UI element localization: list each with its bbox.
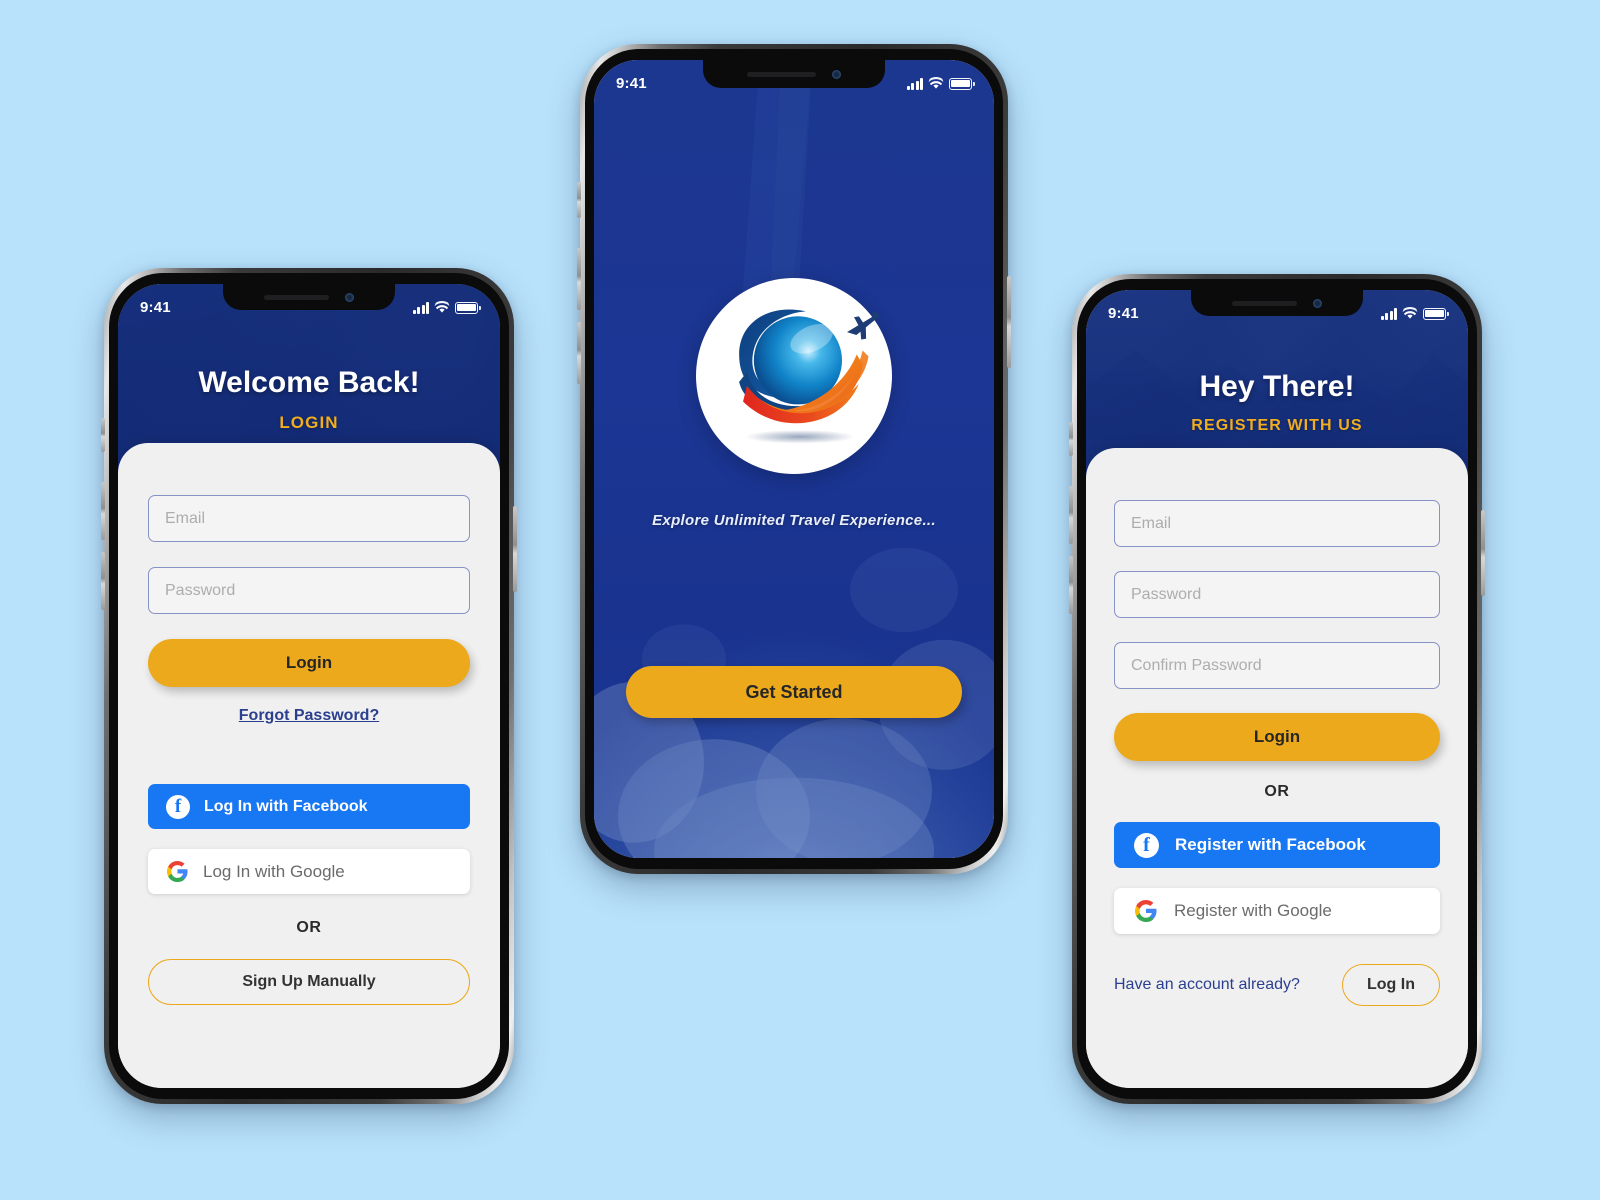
phone-notch bbox=[223, 284, 395, 310]
volume-up-button[interactable] bbox=[101, 482, 105, 540]
volume-up-button[interactable] bbox=[1069, 486, 1073, 544]
login-screen: Welcome Back! LOGIN 9:41 Email Password … bbox=[118, 284, 500, 1088]
register-login-button[interactable]: Login bbox=[1114, 713, 1440, 761]
volume-up-button[interactable] bbox=[577, 248, 581, 310]
power-button[interactable] bbox=[1481, 510, 1485, 596]
password-input[interactable]: Password bbox=[148, 567, 470, 614]
phone-bezel: Hey There! REGISTER WITH US 9:41 Email P… bbox=[1077, 279, 1477, 1099]
google-login-button[interactable]: Log In with Google bbox=[148, 849, 470, 894]
earpiece-speaker bbox=[1232, 300, 1298, 306]
wifi-icon bbox=[928, 76, 944, 89]
splash-tagline: Explore Unlimited Travel Experience... bbox=[652, 512, 936, 529]
status-time: 9:41 bbox=[1108, 304, 1139, 322]
google-icon bbox=[1134, 899, 1158, 923]
front-camera-icon bbox=[832, 69, 842, 79]
cellular-bars-icon bbox=[1380, 307, 1397, 320]
battery-full-icon bbox=[455, 301, 481, 314]
status-time: 9:41 bbox=[616, 74, 647, 92]
facebook-icon: f bbox=[166, 794, 190, 819]
password-input[interactable]: Password bbox=[1114, 571, 1440, 618]
phone-notch bbox=[703, 60, 885, 88]
page-subtitle: LOGIN bbox=[279, 413, 339, 432]
volume-down-button[interactable] bbox=[101, 552, 105, 610]
page-title: Hey There! bbox=[1199, 370, 1355, 403]
have-account-label: Have an account already? bbox=[1114, 976, 1300, 993]
power-button[interactable] bbox=[1007, 276, 1011, 368]
front-camera-icon bbox=[1312, 298, 1322, 308]
earpiece-speaker bbox=[264, 294, 330, 300]
google-icon bbox=[166, 860, 189, 883]
phone-bezel: Welcome Back! LOGIN 9:41 Email Password … bbox=[109, 273, 509, 1099]
sign-up-manually-button[interactable]: Sign Up Manually bbox=[148, 959, 470, 1005]
page-subtitle: REGISTER WITH US bbox=[1191, 417, 1363, 434]
silence-switch[interactable] bbox=[101, 418, 105, 452]
login-header-text: Welcome Back! LOGIN bbox=[118, 366, 500, 433]
email-input[interactable]: Email bbox=[148, 495, 470, 542]
google-register-button[interactable]: Register with Google bbox=[1114, 888, 1440, 934]
facebook-login-label: Log In with Facebook bbox=[204, 797, 368, 815]
email-placeholder: Email bbox=[1131, 514, 1172, 532]
phone-bezel: 9:41 Explore Unlimited Travel Experience… bbox=[585, 49, 1003, 869]
status-icons bbox=[906, 76, 975, 90]
status-icons bbox=[412, 300, 481, 314]
footer-log-in-button[interactable]: Log In bbox=[1342, 964, 1440, 1006]
wifi-icon bbox=[434, 300, 450, 313]
cellular-bars-icon bbox=[412, 301, 429, 314]
facebook-login-button[interactable]: f Log In with Facebook bbox=[148, 784, 470, 829]
phone-splash: 9:41 Explore Unlimited Travel Experience… bbox=[577, 44, 1011, 874]
get-started-button[interactable]: Get Started bbox=[626, 666, 962, 718]
volume-down-button[interactable] bbox=[1069, 556, 1073, 614]
register-card: Email Password Confirm Password Login OR… bbox=[1086, 448, 1468, 1088]
email-input[interactable]: Email bbox=[1114, 500, 1440, 547]
facebook-icon: f bbox=[1134, 832, 1159, 858]
earpiece-speaker bbox=[746, 71, 816, 77]
confirm-password-input[interactable]: Confirm Password bbox=[1114, 642, 1440, 689]
google-login-label: Log In with Google bbox=[203, 861, 345, 881]
facebook-register-label: Register with Facebook bbox=[1175, 835, 1366, 854]
power-button[interactable] bbox=[513, 506, 517, 592]
phone-register: Hey There! REGISTER WITH US 9:41 Email P… bbox=[1069, 274, 1485, 1104]
front-camera-icon bbox=[344, 292, 354, 302]
login-button[interactable]: Login bbox=[148, 639, 470, 687]
status-time: 9:41 bbox=[140, 298, 171, 316]
volume-down-button[interactable] bbox=[577, 322, 581, 384]
splash-screen: 9:41 Explore Unlimited Travel Experience… bbox=[594, 60, 994, 858]
register-screen: Hey There! REGISTER WITH US 9:41 Email P… bbox=[1086, 290, 1468, 1088]
silence-switch[interactable] bbox=[1069, 422, 1073, 456]
register-footer: Have an account already? Log In bbox=[1114, 964, 1440, 1006]
confirm-password-placeholder: Confirm Password bbox=[1131, 656, 1262, 674]
forgot-password-link[interactable]: Forgot Password? bbox=[148, 707, 470, 725]
register-header-text: Hey There! REGISTER WITH US bbox=[1086, 370, 1468, 435]
cellular-bars-icon bbox=[906, 77, 923, 90]
status-icons bbox=[1380, 306, 1449, 320]
google-register-label: Register with Google bbox=[1174, 901, 1332, 920]
login-card: Email Password Login Forgot Password? f … bbox=[118, 443, 500, 1088]
silence-switch[interactable] bbox=[577, 182, 581, 218]
divider-or-label: OR bbox=[296, 919, 322, 936]
facebook-register-button[interactable]: f Register with Facebook bbox=[1114, 822, 1440, 868]
password-placeholder: Password bbox=[165, 581, 236, 599]
travel-globe-logo bbox=[696, 278, 892, 474]
phone-notch bbox=[1191, 290, 1363, 316]
password-placeholder: Password bbox=[1131, 585, 1202, 603]
globe-with-airplane-icon bbox=[739, 309, 880, 444]
divider-or-label: OR bbox=[1264, 783, 1290, 800]
phone-login: Welcome Back! LOGIN 9:41 Email Password … bbox=[101, 268, 517, 1104]
battery-full-icon bbox=[1423, 307, 1449, 320]
battery-full-icon bbox=[949, 77, 975, 90]
email-placeholder: Email bbox=[165, 509, 206, 527]
wifi-icon bbox=[1402, 306, 1418, 319]
page-title: Welcome Back! bbox=[198, 366, 420, 399]
